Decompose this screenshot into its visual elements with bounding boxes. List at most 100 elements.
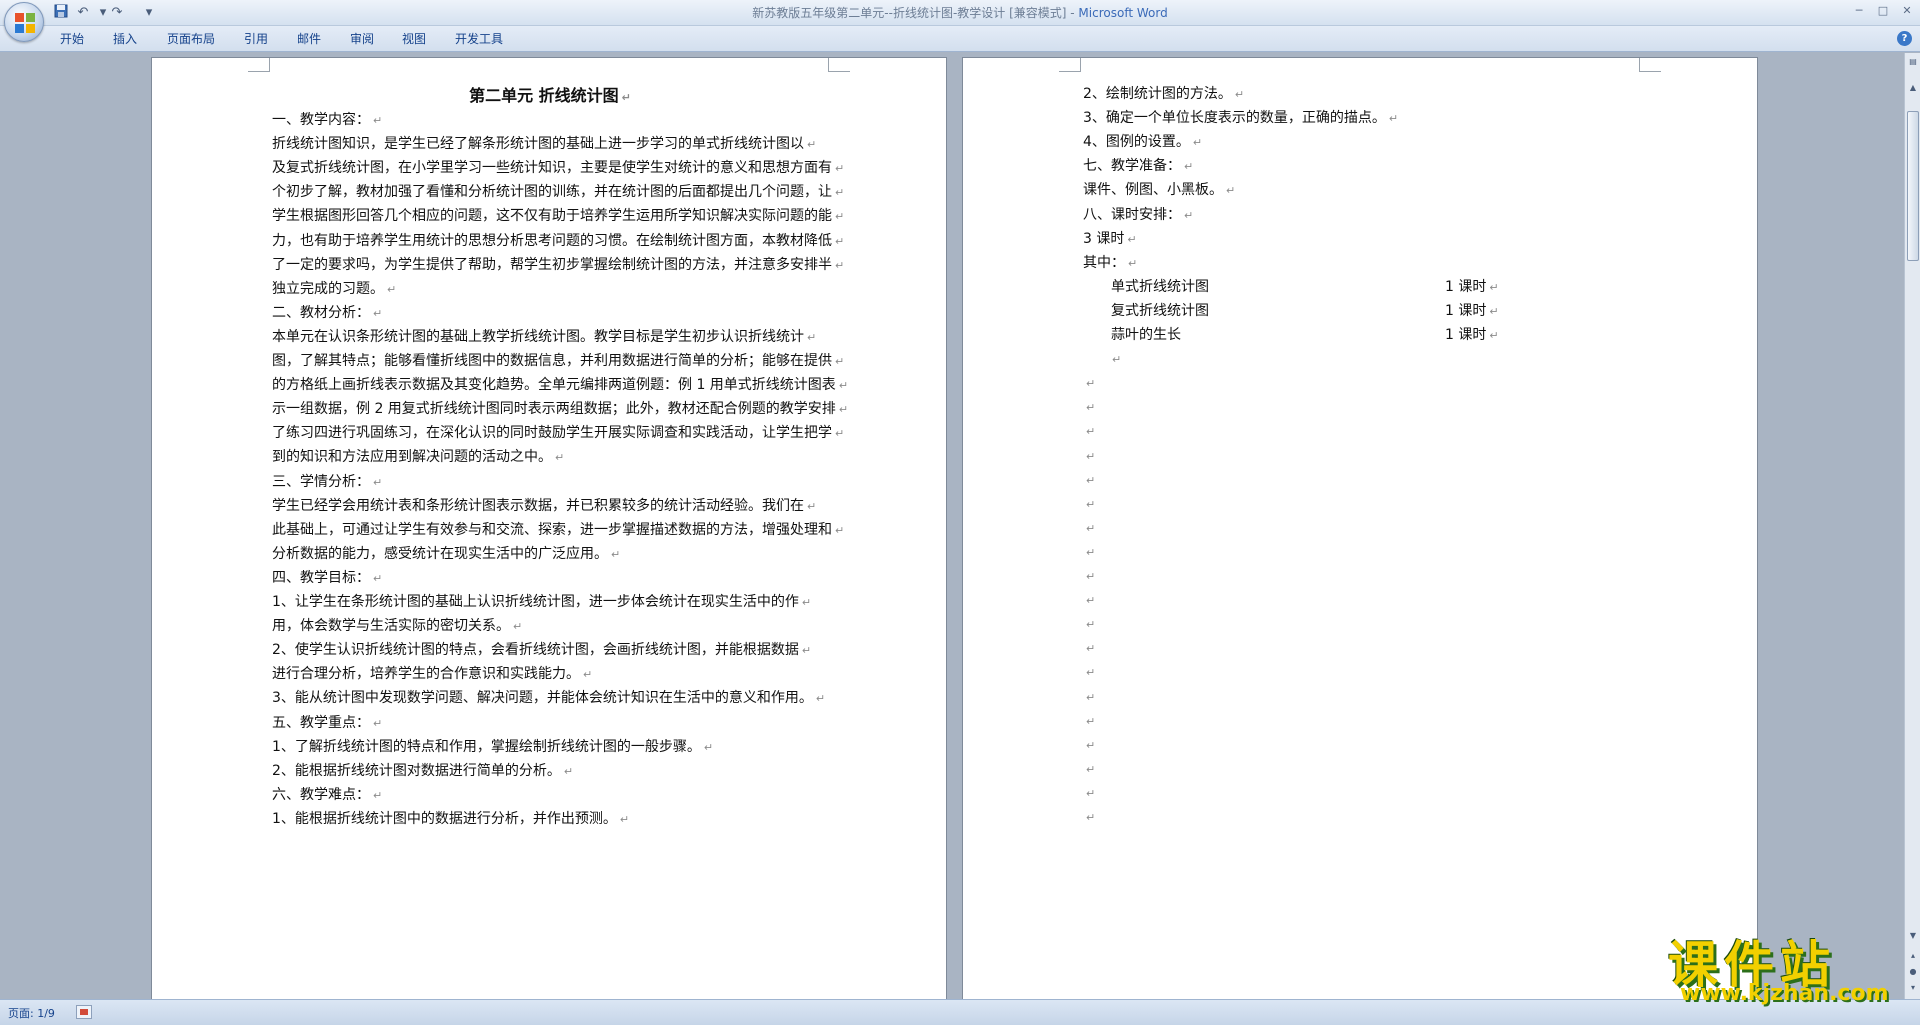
paragraph-mark-icon: ↵ (1112, 353, 1122, 367)
paragraph-mark-icon: ↵ (1086, 401, 1096, 415)
vertical-scrollbar[interactable]: ▤ ▲ ▼ ▴ ● ▾ (1904, 53, 1920, 999)
empty-paragraph-mark: ↵ (1083, 566, 1095, 587)
paragraph-mark-icon: ↵ (807, 138, 817, 152)
select-browse-object-icon[interactable]: ● (1906, 965, 1920, 979)
empty-paragraph-mark: ↵ (1083, 783, 1095, 804)
paragraph-line: 八、课时安排： ↵ (1083, 205, 1193, 226)
page-count[interactable]: 页面: 1/9 (8, 1005, 55, 1021)
office-button[interactable] (4, 2, 44, 42)
paragraph-line: 3 课时 ↵ (1083, 229, 1137, 250)
next-page-icon[interactable]: ▾ (1906, 981, 1920, 995)
paragraph-mark-icon: ↵ (1086, 570, 1096, 583)
tab-view[interactable]: 视图 (396, 29, 432, 49)
tab-insert[interactable]: 插入 (107, 29, 143, 49)
tab-references[interactable]: 引用 (238, 29, 274, 49)
paragraph-line-text: 图，了解其特点；能够看懂折线图中的数据信息，并利用数据进行简单的分析；能够在提供 (272, 353, 832, 369)
empty-paragraph-mark: ↵ (1083, 397, 1095, 418)
document-page-1[interactable]: 第二单元 折线统计图 ↵ 一、教学内容： ↵ 折线统计图知识，是学生已经了解条形统计图… (151, 57, 947, 999)
paragraph-mark-icon: ↵ (1086, 618, 1096, 632)
paragraph-line-text: 了一定的要求吗，为学生提供了帮助，帮学生初步掌握绘制统计图的方法，并注意多安排半 (272, 256, 832, 273)
tab-page-layout[interactable]: 页面布局 (161, 29, 221, 49)
scroll-thumb[interactable] (1907, 111, 1919, 261)
empty-paragraph-mark: ↵ (1083, 518, 1095, 539)
maximize-icon[interactable]: □ (1872, 2, 1894, 20)
paragraph-line-text: 个初步了解，教材加强了看懂和分析统计图的训练，并在统计图的后面都提出几个问题，让 (272, 184, 832, 201)
paragraph-line-text: 2、绘制统计图的方法。 (1083, 86, 1232, 102)
paragraph-mark-icon: ↵ (1086, 425, 1096, 439)
paragraph-line-text: 七、教学准备： (1083, 158, 1181, 175)
paragraph-line: 课件、例图、小黑板。 ↵ (1083, 180, 1235, 201)
paragraph-line: 学生根据图形回答几个相应的问题，这不仅有助于培养学生运用所学知识解决实际问题的能… (272, 206, 844, 227)
tab-home[interactable]: 开始 (54, 29, 90, 49)
previous-page-icon[interactable]: ▴ (1906, 949, 1920, 963)
paragraph-mark-icon: ↵ (1086, 521, 1096, 535)
paragraph-mark-icon: ↵ (835, 523, 845, 537)
document-page-2[interactable]: 2、绘制统计图的方法。 ↵ 3、确定一个单位长度表示的数量，正确的描点。 ↵ 4、图… (962, 57, 1758, 999)
paragraph-mark-icon: ↵ (835, 427, 845, 441)
paragraph-line: 2、能根据折线统计图对数据进行简单的分析。 ↵ (272, 761, 573, 782)
paragraph-line: 力，也有助于培养学生用统计的思想分析思考问题的习惯。在绘制统计图方面，本教材降低… (272, 231, 844, 252)
paragraph-line-text: 六、教学难点： (272, 786, 370, 803)
tab-mailings[interactable]: 邮件 (291, 29, 327, 49)
paragraph-line-text: 折线统计图知识，是学生已经了解条形统计图的基础上进一步学习的单式折线统计图以 (272, 136, 804, 153)
paragraph-line-text: 的方格纸上画折线表示数据及其变化趋势。全单元编排两道例题：例 1 用单式折线统计… (272, 377, 836, 394)
paragraph-mark-icon: ↵ (1127, 232, 1137, 246)
help-icon[interactable]: ? (1897, 31, 1912, 46)
close-icon[interactable]: ✕ (1896, 2, 1918, 20)
watermark-logo: 课件站 www.kjzhan.com (1668, 925, 1908, 1006)
paragraph-line: 一、教学内容： ↵ (272, 110, 382, 131)
paragraph-mark-icon: ↵ (838, 379, 849, 393)
paragraph-mark-icon: ↵ (1086, 377, 1096, 391)
title-bar: ↶ ▾ ↷ ▾ 新苏教版五年级第二单元--折线统计图-教学设计 [兼容模式] -… (0, 0, 1920, 26)
paragraph-mark-icon: ↵ (1086, 594, 1096, 608)
paragraph-mark-icon: ↵ (835, 162, 845, 176)
paragraph-line: 折线统计图知识，是学生已经了解条形统计图的基础上进一步学习的单式折线统计图以 ↵ (272, 134, 816, 155)
paragraph-mark-icon: ↵ (835, 186, 845, 200)
tab-developer[interactable]: 开发工具 (449, 29, 509, 49)
document-heading-text: 第二单元 折线统计图 (469, 86, 619, 105)
paragraph-mark-icon: ↵ (373, 788, 383, 802)
empty-paragraph-mark: ↵ (1083, 446, 1095, 467)
document-area[interactable]: 第二单元 折线统计图 ↵ 一、教学内容： ↵ 折线统计图知识，是学生已经了解条形统计图… (0, 53, 1904, 999)
paragraph-mark-icon: ↵ (1086, 811, 1096, 824)
tab-review[interactable]: 审阅 (344, 29, 380, 49)
paragraph-mark-icon: ↵ (1086, 545, 1096, 559)
paragraph-mark-icon: ↵ (1489, 329, 1499, 342)
empty-paragraph-mark: ↵ (1083, 373, 1095, 394)
paragraph-line: 1、能根据折线统计图中的数据进行分析，并作出预测。 ↵ (272, 809, 629, 830)
document-heading: 第二单元 折线统计图 ↵ (152, 86, 948, 108)
scroll-up-icon[interactable]: ▲ (1906, 81, 1920, 95)
paragraph-line-text: 3 课时 (1083, 230, 1125, 247)
ruler-toggle-icon[interactable]: ▤ (1906, 55, 1920, 69)
paragraph-mark-icon: ↵ (621, 91, 631, 104)
paragraph-mark-icon: ↵ (387, 282, 397, 296)
minimize-icon[interactable]: ─ (1848, 2, 1870, 20)
empty-paragraph-mark: ↵ (1083, 759, 1095, 780)
paragraph-line-text: 2、使学生认识折线统计图的特点，会看折线统计图，会画折线统计图，并能根据数据 (272, 642, 799, 659)
paragraph-mark-icon: ↵ (1086, 714, 1096, 728)
paragraph-line-text: 进行合理分析，培养学生的合作意识和实践能力。 (272, 666, 580, 683)
paragraph-line: 四、教学目标： ↵ (272, 568, 382, 589)
scroll-down-icon[interactable]: ▼ (1906, 929, 1920, 943)
paragraph-mark-icon: ↵ (373, 716, 383, 730)
paragraph-line: 示一组数据，例 2 用复式折线统计图同时表示两组数据；此外，教材还配合例题的教学… (272, 399, 848, 420)
paragraph-line-text: 1、让学生在条形统计图的基础上认识折线统计图，进一步体会统计在现实生活中的作 (272, 594, 799, 610)
window-title: 新苏教版五年级第二单元--折线统计图-教学设计 [兼容模式] - Microso… (0, 0, 1920, 26)
paragraph-line-text: 八、课时安排： (1083, 206, 1181, 223)
paragraph-line-text: 三、学情分析： (272, 473, 370, 490)
paragraph-line-text: 其中： (1083, 254, 1125, 271)
paragraph-mark-icon: ↵ (801, 596, 812, 609)
schedule-item-name: 单式折线统计图 (1111, 278, 1209, 295)
paragraph-line-text: 1、了解折线统计图的特点和作用，掌握绘制折线统计图的一般步骤。 (272, 738, 701, 755)
empty-paragraph-mark: ↵ (1083, 614, 1095, 635)
paragraph-mark-icon: ↵ (611, 547, 621, 561)
ribbon-tabs: 开始 插入 页面布局 引用 邮件 审阅 视图 开发工具 ? (0, 26, 1920, 52)
paragraph-line: 了一定的要求吗，为学生提供了帮助，帮学生初步掌握绘制统计图的方法，并注意多安排半… (272, 255, 844, 276)
empty-paragraph-mark: ↵ (1083, 590, 1095, 611)
empty-paragraph-mark: ↵ (1083, 470, 1095, 491)
proofing-icon[interactable] (76, 1005, 92, 1019)
paragraph-line: 三、学情分析： ↵ (272, 472, 382, 493)
empty-paragraph-mark: ↵ (1083, 662, 1095, 683)
paragraph-mark-icon: ↵ (1086, 449, 1096, 463)
schedule-item-hours: 1 课时 ↵ (1445, 302, 1499, 319)
